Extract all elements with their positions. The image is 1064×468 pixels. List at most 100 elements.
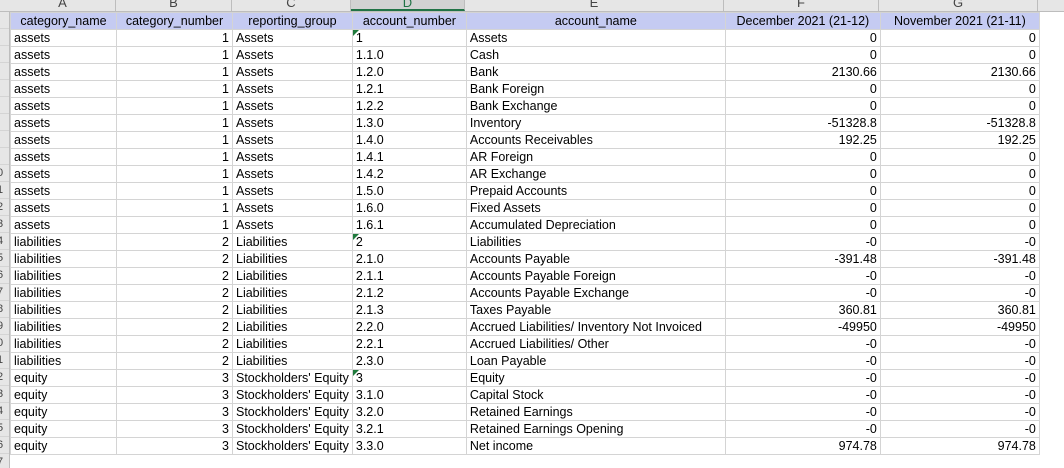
cell-december-2021[interactable]: 0 bbox=[724, 216, 881, 234]
row-header[interactable] bbox=[0, 46, 9, 63]
cell-category-name[interactable]: liabilities bbox=[10, 267, 117, 285]
cell-november-2021[interactable]: -0 bbox=[879, 352, 1040, 370]
cell-account-number[interactable]: 2.3.0 bbox=[351, 352, 467, 370]
cell-november-2021[interactable]: 0 bbox=[879, 199, 1040, 217]
cell-account-number[interactable]: 2.1.0 bbox=[351, 250, 467, 268]
cell-account-name[interactable]: Accounts Receivables bbox=[465, 131, 726, 149]
cell-november-2021[interactable]: 0 bbox=[879, 46, 1040, 64]
cell-reporting-group[interactable]: Stockholders' Equity bbox=[232, 386, 353, 404]
row-header[interactable]: 3 bbox=[0, 216, 9, 233]
cell-account-number[interactable]: 1.4.1 bbox=[351, 148, 467, 166]
row-header[interactable]: 9 bbox=[0, 318, 9, 335]
row-header[interactable]: 7 bbox=[0, 454, 9, 468]
cell-category-number[interactable]: 1 bbox=[116, 97, 233, 115]
cell-category-name[interactable]: liabilities bbox=[10, 250, 117, 268]
cell-account-name[interactable]: Accrued Liabilities/ Other bbox=[465, 335, 726, 353]
row-header[interactable]: 0 bbox=[0, 335, 9, 352]
cell-category-name[interactable]: equity bbox=[10, 420, 117, 438]
cell-november-2021[interactable]: -0 bbox=[879, 386, 1040, 404]
cell-reporting-group[interactable]: Assets bbox=[232, 63, 353, 81]
cell-account-number[interactable]: 2.1.2 bbox=[351, 284, 467, 302]
column-header-d[interactable]: D bbox=[351, 0, 465, 11]
empty-row[interactable] bbox=[10, 455, 1064, 468]
cell-category-name[interactable]: equity bbox=[10, 403, 117, 421]
cell-november-2021[interactable]: 360.81 bbox=[879, 301, 1040, 319]
cell-category-number[interactable]: 3 bbox=[116, 369, 233, 387]
cell-reporting-group[interactable]: Assets bbox=[232, 29, 353, 47]
cell-november-2021[interactable]: 974.78 bbox=[879, 437, 1040, 455]
cell-category-number[interactable]: 2 bbox=[116, 267, 233, 285]
header-cell-reporting-group[interactable]: reporting_group bbox=[232, 12, 353, 30]
cell-category-number[interactable]: 1 bbox=[116, 29, 233, 47]
cell-reporting-group[interactable]: Assets bbox=[232, 46, 353, 64]
row-header[interactable]: 8 bbox=[0, 301, 9, 318]
cell-account-number[interactable]: 3.2.1 bbox=[351, 420, 467, 438]
header-cell-category-name[interactable]: category_name bbox=[10, 12, 117, 30]
row-header[interactable]: 5 bbox=[0, 250, 9, 267]
cell-account-name[interactable]: AR Foreign bbox=[465, 148, 726, 166]
cell-reporting-group[interactable]: Assets bbox=[232, 216, 353, 234]
header-cell-account-name[interactable]: account_name bbox=[465, 12, 726, 30]
cell-account-number[interactable]: 1.6.0 bbox=[351, 199, 467, 217]
column-header-c[interactable]: C bbox=[232, 0, 351, 11]
cell-november-2021[interactable]: 0 bbox=[879, 29, 1040, 47]
cell-december-2021[interactable]: 974.78 bbox=[724, 437, 881, 455]
cell-account-name[interactable]: Accrued Liabilities/ Inventory Not Invoi… bbox=[465, 318, 726, 336]
cell-account-number[interactable]: 2.2.1 bbox=[351, 335, 467, 353]
cell-account-name[interactable]: Assets bbox=[465, 29, 726, 47]
cell-category-number[interactable]: 1 bbox=[116, 182, 233, 200]
column-header-a[interactable]: A bbox=[10, 0, 116, 11]
cell-november-2021[interactable]: 0 bbox=[879, 148, 1040, 166]
cell-december-2021[interactable]: -51328.8 bbox=[724, 114, 881, 132]
cell-category-name[interactable]: liabilities bbox=[10, 352, 117, 370]
cell-reporting-group[interactable]: Stockholders' Equity bbox=[232, 437, 353, 455]
cell-category-number[interactable]: 3 bbox=[116, 437, 233, 455]
cell-category-name[interactable]: assets bbox=[10, 29, 117, 47]
cell-november-2021[interactable]: 192.25 bbox=[879, 131, 1040, 149]
cell-reporting-group[interactable]: Liabilities bbox=[232, 233, 353, 251]
cell-category-name[interactable]: assets bbox=[10, 216, 117, 234]
cell-category-name[interactable]: assets bbox=[10, 165, 117, 183]
cell-account-name[interactable]: Bank Exchange bbox=[465, 97, 726, 115]
cell-account-number[interactable]: 1.6.1 bbox=[351, 216, 467, 234]
cell-december-2021[interactable]: 0 bbox=[724, 29, 881, 47]
cell-november-2021[interactable]: -0 bbox=[879, 284, 1040, 302]
cell-november-2021[interactable]: -0 bbox=[879, 403, 1040, 421]
cell-reporting-group[interactable]: Assets bbox=[232, 97, 353, 115]
cell-account-number[interactable]: 1.3.0 bbox=[351, 114, 467, 132]
cell-december-2021[interactable]: 0 bbox=[724, 165, 881, 183]
cell-november-2021[interactable]: 0 bbox=[879, 165, 1040, 183]
cell-reporting-group[interactable]: Assets bbox=[232, 182, 353, 200]
cell-category-number[interactable]: 1 bbox=[116, 165, 233, 183]
cell-category-number[interactable]: 1 bbox=[116, 114, 233, 132]
row-header[interactable]: 4 bbox=[0, 403, 9, 420]
cell-category-number[interactable]: 2 bbox=[116, 352, 233, 370]
cell-account-number[interactable]: 1.2.0 bbox=[351, 63, 467, 81]
cell-december-2021[interactable]: -0 bbox=[724, 403, 881, 421]
row-header[interactable] bbox=[0, 148, 9, 165]
cell-category-number[interactable]: 1 bbox=[116, 46, 233, 64]
cell-account-name[interactable]: Liabilities bbox=[465, 233, 726, 251]
cell-account-name[interactable]: Prepaid Accounts bbox=[465, 182, 726, 200]
row-header[interactable] bbox=[0, 80, 9, 97]
cell-december-2021[interactable]: -0 bbox=[724, 386, 881, 404]
cell-account-number[interactable]: 1.4.0 bbox=[351, 131, 467, 149]
row-header[interactable]: 1 bbox=[0, 352, 9, 369]
cell-category-number[interactable]: 2 bbox=[116, 335, 233, 353]
column-header-e[interactable]: E bbox=[465, 0, 724, 11]
cell-november-2021[interactable]: 0 bbox=[879, 182, 1040, 200]
cell-reporting-group[interactable]: Liabilities bbox=[232, 335, 353, 353]
cell-category-number[interactable]: 2 bbox=[116, 301, 233, 319]
cell-category-name[interactable]: assets bbox=[10, 182, 117, 200]
cell-category-name[interactable]: assets bbox=[10, 80, 117, 98]
cell-december-2021[interactable]: -391.48 bbox=[724, 250, 881, 268]
cell-november-2021[interactable]: 2130.66 bbox=[879, 63, 1040, 81]
row-header[interactable]: 1 bbox=[0, 182, 9, 199]
cell-reporting-group[interactable]: Liabilities bbox=[232, 250, 353, 268]
cell-category-number[interactable]: 1 bbox=[116, 80, 233, 98]
cell-november-2021[interactable]: -0 bbox=[879, 369, 1040, 387]
cell-account-name[interactable]: Fixed Assets bbox=[465, 199, 726, 217]
cell-november-2021[interactable]: -0 bbox=[879, 267, 1040, 285]
cell-account-number[interactable]: 2.1.1 bbox=[351, 267, 467, 285]
cell-account-name[interactable]: Accumulated Depreciation bbox=[465, 216, 726, 234]
